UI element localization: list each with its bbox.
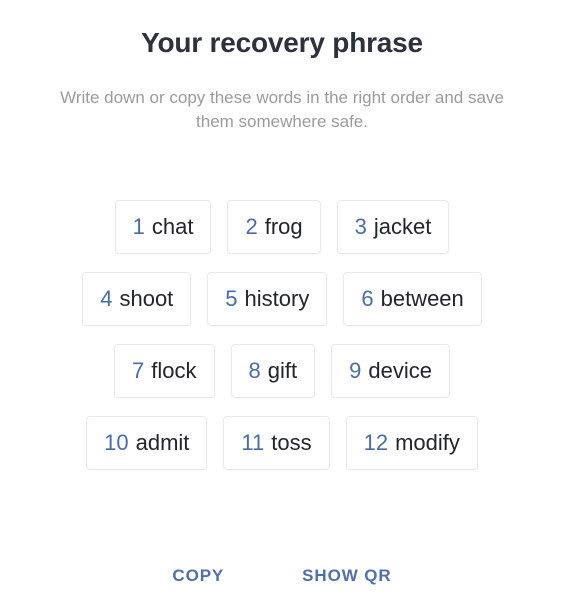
word-chip-index: 7 bbox=[132, 358, 145, 384]
word-chip[interactable]: 1 chat bbox=[114, 200, 212, 255]
word-chip[interactable]: 9 device bbox=[331, 344, 450, 399]
show-qr-button[interactable]: SHOW QR bbox=[294, 561, 399, 590]
word-chip-word: frog bbox=[264, 214, 303, 240]
action-bar: COPY SHOW QR bbox=[0, 561, 564, 612]
word-chip-word: jacket bbox=[373, 214, 432, 240]
word-chip-index: 12 bbox=[363, 430, 389, 456]
word-chip[interactable]: 12 modify bbox=[345, 416, 478, 471]
word-chip-index: 4 bbox=[100, 286, 113, 312]
word-chip[interactable]: 8 gift bbox=[230, 344, 316, 399]
word-chip-word: chat bbox=[151, 214, 194, 240]
word-chip[interactable]: 7 flock bbox=[114, 344, 215, 399]
phrase-row: 1 chat 2 frog 3 jacket bbox=[114, 200, 450, 255]
recovery-phrase-screen: Your recovery phrase Write down or copy … bbox=[0, 0, 564, 612]
word-chip-word: toss bbox=[271, 430, 312, 456]
word-chip-word: modify bbox=[395, 430, 460, 456]
word-chip-word: gift bbox=[267, 358, 298, 384]
word-chip-index: 8 bbox=[248, 358, 261, 384]
word-chip-word: shoot bbox=[119, 286, 174, 312]
word-chip-index: 10 bbox=[104, 430, 129, 456]
word-chip[interactable]: 2 frog bbox=[227, 200, 321, 255]
phrase-row: 10 admit 11 toss 12 modify bbox=[86, 416, 478, 471]
copy-button[interactable]: COPY bbox=[164, 561, 232, 590]
word-chip[interactable]: 3 jacket bbox=[336, 200, 450, 255]
word-chip[interactable]: 4 shoot bbox=[82, 272, 192, 327]
page-title: Your recovery phrase bbox=[141, 27, 423, 58]
word-chip-index: 3 bbox=[354, 214, 367, 240]
word-chip-index: 9 bbox=[349, 358, 362, 384]
word-chip-index: 5 bbox=[225, 286, 238, 312]
word-chip-word: history bbox=[244, 286, 310, 312]
recovery-phrase-grid: 1 chat 2 frog 3 jacket 4 shoot 5 history bbox=[0, 134, 564, 471]
word-chip-index: 1 bbox=[132, 214, 145, 240]
phrase-row: 7 flock 8 gift 9 device bbox=[114, 344, 450, 399]
word-chip-index: 2 bbox=[245, 214, 258, 240]
word-chip-index: 6 bbox=[361, 286, 374, 312]
word-chip-word: device bbox=[368, 358, 432, 384]
word-chip-word: between bbox=[380, 286, 464, 312]
page-subtitle: Write down or copy these words in the ri… bbox=[60, 87, 504, 131]
word-chip[interactable]: 10 admit bbox=[86, 416, 208, 471]
word-chip-index: 11 bbox=[241, 430, 265, 456]
word-chip[interactable]: 5 history bbox=[207, 272, 328, 327]
phrase-row: 4 shoot 5 history 6 between bbox=[82, 272, 482, 327]
word-chip-word: admit bbox=[135, 430, 190, 456]
word-chip[interactable]: 6 between bbox=[343, 272, 482, 327]
word-chip-word: flock bbox=[151, 358, 197, 384]
word-chip[interactable]: 11 toss bbox=[223, 416, 330, 471]
